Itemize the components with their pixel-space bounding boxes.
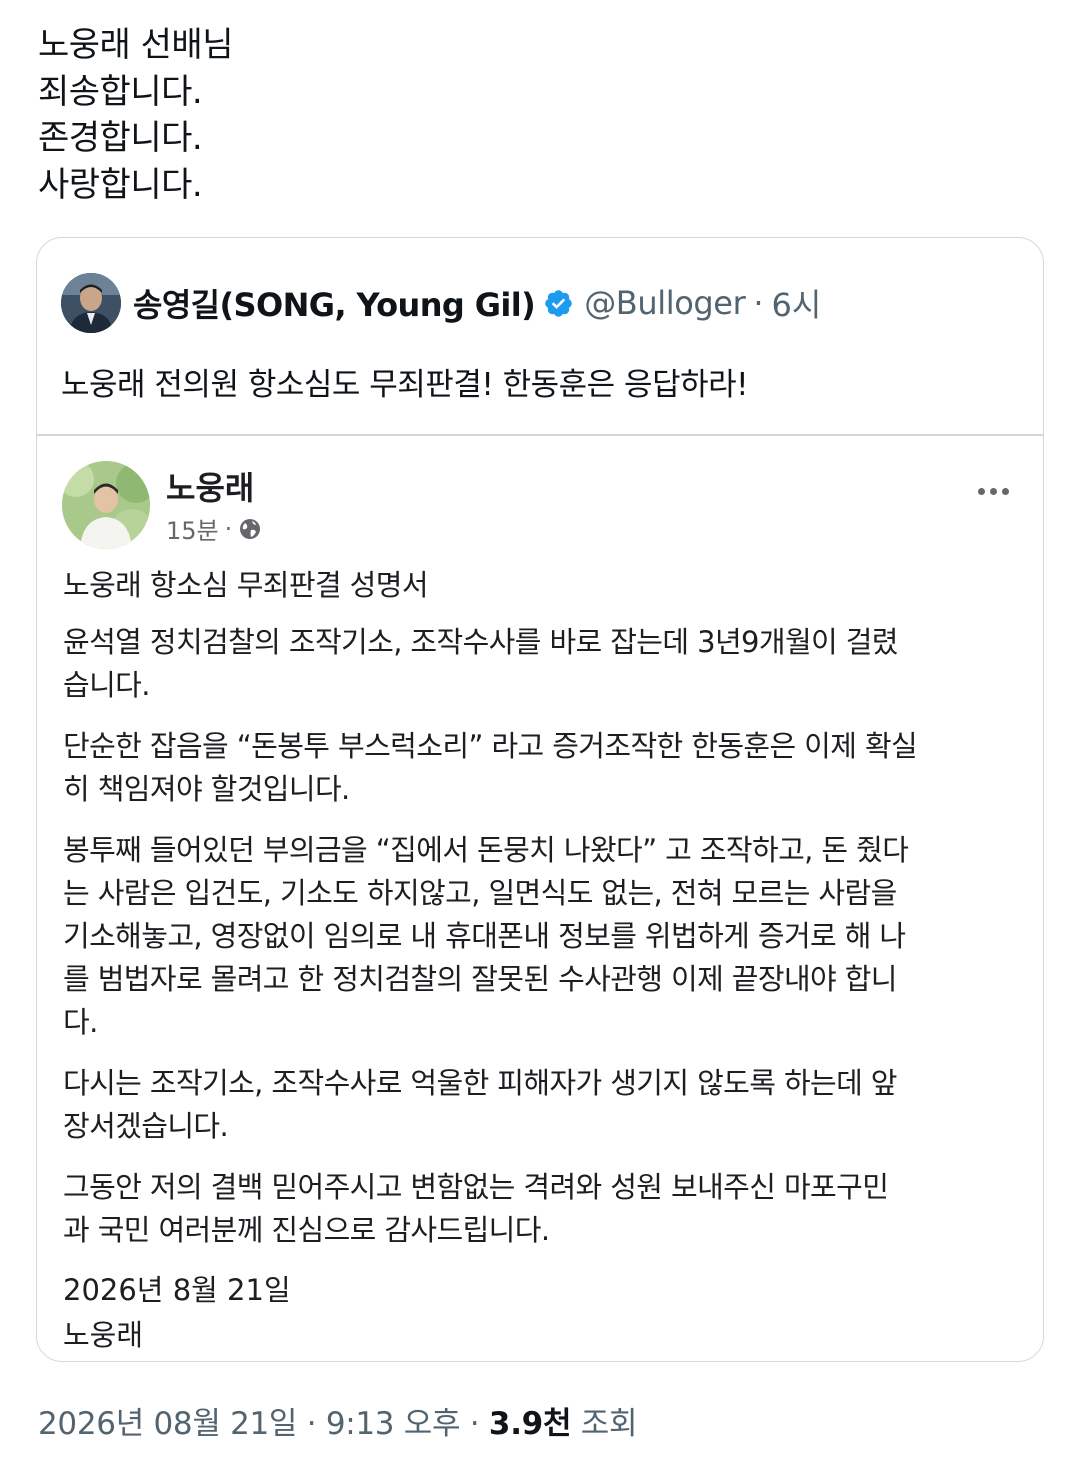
verified-badge-icon <box>545 289 572 317</box>
fb-post-date: 2026년 8월 21일 <box>63 1273 291 1307</box>
fb-line: 그동안 저의 결백 믿어주시고 변함없는 격려와 성원 보내주신 마포구민 <box>63 1170 889 1204</box>
fb-post-title: 노웅래 항소심 무죄판결 성명서 <box>63 568 429 602</box>
fb-post-body: 노웅래 항소심 무죄판결 성명서 윤석열 정치검찰의 조작기소, 조작수사를 바… <box>63 564 1023 1270</box>
separator-dot: · <box>753 284 764 322</box>
fb-line: 는 사람은 입건도, 기소도 하지않고, 일면식도 없는, 전혀 모르는 사람을 <box>63 876 897 910</box>
views-label: 조회 <box>580 1406 638 1442</box>
separator-dot: · <box>224 514 233 543</box>
fb-avatar <box>62 461 150 549</box>
fb-line: 윤석열 정치검찰의 조작기소, 조작수사를 바로 잡는데 3년9개월이 걸렸 <box>63 625 898 659</box>
tweet-line: 노웅래 선배님 <box>38 25 234 65</box>
tweet-meta-footer: 2026년 08월 21일 · 9:13 오후 · 3.9천 조회 <box>38 1398 637 1443</box>
quoted-tweet-text: 노웅래 전의원 항소심도 무죄판결! 한동훈은 응답하라! <box>61 367 749 403</box>
tweet-timestamp[interactable]: 2026년 08월 21일 · 9:13 오후 <box>38 1406 461 1442</box>
fb-post-time: 15분 <box>166 517 219 545</box>
quoted-tweet-header: 송영길(SONG, Young Gil) @Bulloger · 6시 <box>61 272 821 334</box>
tweet-line: 존경합니다. <box>38 118 203 158</box>
separator-dot: · <box>469 1406 480 1442</box>
fb-line: 다. <box>63 1005 98 1039</box>
views-count: 3.9천 <box>488 1406 572 1442</box>
quoted-tweet-time[interactable]: 6시 <box>772 280 822 326</box>
quoted-tweet-card[interactable]: 송영길(SONG, Young Gil) @Bulloger · 6시 노웅래 … <box>36 237 1044 1362</box>
fb-line: 기소해놓고, 영장없이 임의로 내 휴대폰내 정보를 위법하게 증거로 해 나 <box>63 919 906 953</box>
fb-post-signature: 2026년 8월 21일 노웅래 <box>63 1268 291 1358</box>
quoted-author-handle[interactable]: @Bulloger <box>584 284 746 322</box>
more-options-icon <box>978 488 1009 495</box>
fb-line: 장서겠습니다. <box>63 1109 229 1143</box>
facebook-post-image[interactable]: 노웅래 15분 · 노웅래 항소심 무죄판결 성명서 윤석열 정치검찰의 조작기… <box>37 436 1043 1361</box>
tweet-line: 사랑합니다. <box>38 164 203 205</box>
fb-paragraph: 봉투째 들어있던 부의금을 “집에서 돈뭉치 나왔다” 고 조작하고, 돈 줬다… <box>63 829 1023 1044</box>
fb-line: 를 범법자로 몰려고 한 정치검찰의 잘못된 수사관행 이제 끝장내야 합니 <box>63 962 897 996</box>
globe-icon <box>240 518 261 539</box>
fb-paragraph: 다시는 조작기소, 조작수사로 억울한 피해자가 생기지 않도록 하는데 앞 장… <box>63 1062 1023 1148</box>
fb-post-meta: 15분 · <box>166 511 262 546</box>
fb-line: 습니다. <box>63 668 150 702</box>
fb-line: 히 책임져야 할것입니다. <box>63 772 350 806</box>
fb-author-name: 노웅래 <box>166 469 255 507</box>
fb-line: 과 국민 여러분께 진심으로 감사드립니다. <box>63 1213 550 1247</box>
quoted-author-name[interactable]: 송영길(SONG, Young Gil) <box>133 280 536 326</box>
fb-line: 다시는 조작기소, 조작수사로 억울한 피해자가 생기지 않도록 하는데 앞 <box>63 1066 897 1100</box>
fb-paragraph: 윤석열 정치검찰의 조작기소, 조작수사를 바로 잡는데 3년9개월이 걸렸 습… <box>63 621 1023 707</box>
tweet-line: 죄송합니다. <box>38 71 203 112</box>
fb-line: 봉투째 들어있던 부의금을 “집에서 돈뭉치 나왔다” 고 조작하고, 돈 줬다 <box>63 833 909 867</box>
tweet-text: 노웅래 선배님 죄송합니다. 존경합니다. 사랑합니다. <box>38 22 234 208</box>
fb-paragraph: 그동안 저의 결백 믿어주시고 변함없는 격려와 성원 보내주신 마포구민 과 … <box>63 1166 1023 1252</box>
fb-line: 단순한 잡음을 “돈봉투 부스럭소리” 라고 증거조작한 한동훈은 이제 확실 <box>63 729 918 763</box>
avatar[interactable] <box>61 273 121 333</box>
fb-post-signer: 노웅래 <box>63 1318 144 1352</box>
fb-paragraph: 단순한 잡음을 “돈봉투 부스럭소리” 라고 증거조작한 한동훈은 이제 확실 … <box>63 725 1023 811</box>
